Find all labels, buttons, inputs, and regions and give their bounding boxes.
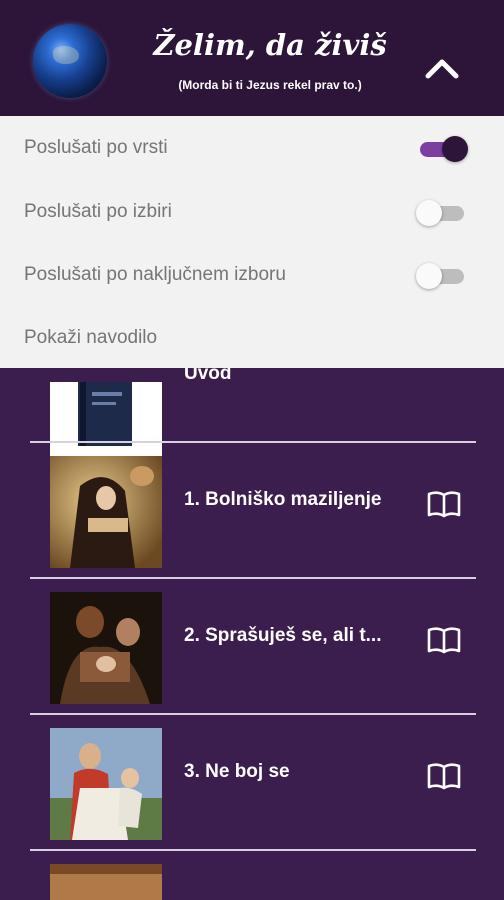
list-item-4-partial[interactable] [30, 852, 476, 900]
menu-item-play-in-order[interactable]: Poslušati po vrsti [0, 116, 504, 178]
play-random-toggle[interactable] [416, 263, 468, 289]
list-item-3[interactable]: 3. Ne boj se [30, 716, 476, 852]
play-in-order-toggle[interactable] [416, 136, 468, 162]
app-header: Želim, da živiš (Morda bi ti Jezus rekel… [0, 0, 504, 116]
list-item-label: 2. Sprašuješ se, ali t... [184, 625, 382, 646]
book-open-icon[interactable] [426, 488, 462, 520]
menu-item-label: Poslušati po vrsti [24, 137, 168, 158]
list-item-2[interactable]: 2. Sprašuješ se, ali t... [30, 580, 476, 716]
menu-item-play-by-selection[interactable]: Poslušati po izbiri [0, 180, 504, 242]
painting-thumbnail-partial [50, 864, 162, 900]
list-item-label: 1. Bolniško maziljenje [184, 489, 382, 510]
menu-item-play-random[interactable]: Poslušati po naključnem izboru [0, 243, 504, 305]
toggle-knob [416, 200, 442, 226]
menu-item-show-instructions[interactable]: Pokaži navodilo [0, 306, 504, 368]
options-menu: Poslušati po vrsti Poslušati po izbiri P… [0, 116, 504, 368]
list-item-label: 3. Ne boj se [184, 761, 290, 782]
book-open-icon[interactable] [426, 624, 462, 656]
painting-thumbnail-thomas [50, 592, 162, 704]
divider [30, 713, 476, 715]
menu-item-label: Poslušati po izbiri [24, 201, 172, 222]
chevron-up-icon[interactable] [420, 48, 464, 88]
divider [30, 577, 476, 579]
toggle-knob [442, 136, 468, 162]
list-item-1[interactable]: 1. Bolniško maziljenje [30, 444, 476, 580]
book-open-icon[interactable] [426, 760, 462, 792]
play-by-selection-toggle[interactable] [416, 200, 468, 226]
app-subtitle: (Morda bi ti Jezus rekel prav to.) [178, 78, 362, 92]
globe-logo-icon [33, 24, 107, 98]
divider [30, 849, 476, 851]
painting-thumbnail-nun [50, 456, 162, 568]
divider [30, 441, 476, 443]
app-frame: Uvod 1. Bolniško maziljenje 2. Sprašuješ… [0, 0, 504, 900]
menu-item-label: Poslušati po naključnem izboru [24, 264, 286, 285]
painting-thumbnail-jesus [50, 728, 162, 840]
app-title: Želim, da živiš [153, 28, 387, 62]
menu-item-label: Pokaži navodilo [24, 327, 158, 348]
toggle-knob [416, 263, 442, 289]
